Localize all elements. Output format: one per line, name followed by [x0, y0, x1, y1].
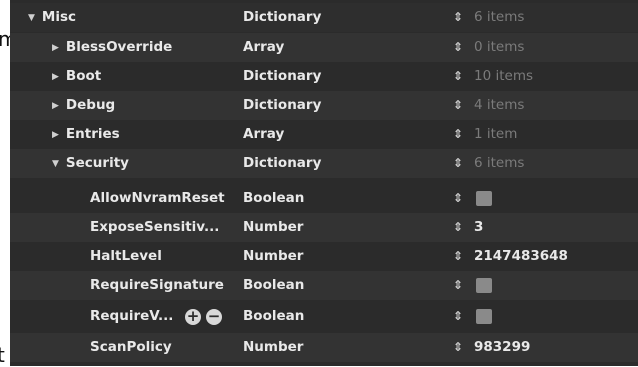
- row-key: Misc: [41, 9, 77, 25]
- row-key: RequireSignature: [90, 277, 224, 293]
- row-value: 6 items: [474, 9, 525, 25]
- row-type[interactable]: Dictionary: [243, 3, 321, 32]
- up-down-stepper-icon[interactable]: ⇕: [453, 271, 463, 300]
- row-type[interactable]: Dictionary: [243, 149, 321, 178]
- disclosure-triangle-down-icon[interactable]: ▼: [52, 159, 59, 169]
- row-value: 4 items: [474, 97, 525, 113]
- plist-row-exposesensitive[interactable]: ExposeSensitiv... Number ⇕ 3: [10, 213, 638, 242]
- plist-row-requirev[interactable]: RequireV... + − Boolean ⇕: [10, 302, 638, 331]
- row-type[interactable]: Dictionary: [243, 62, 321, 91]
- up-down-stepper-icon[interactable]: ⇕: [453, 3, 463, 32]
- plist-row-haltlevel[interactable]: HaltLevel Number ⇕ 2147483648: [10, 242, 638, 271]
- row-type[interactable]: Boolean: [243, 302, 304, 331]
- plist-row-blessoverride[interactable]: ▶ BlessOverride Array ⇕ 0 items: [10, 33, 638, 62]
- bool-checkbox[interactable]: [476, 278, 492, 293]
- up-down-stepper-icon[interactable]: ⇕: [453, 62, 463, 91]
- row-type[interactable]: Boolean: [243, 184, 304, 213]
- row-type[interactable]: Number: [243, 333, 303, 362]
- row-key: Boot: [65, 68, 102, 84]
- row-type[interactable]: Dictionary: [243, 91, 321, 120]
- disclosure-triangle-down-icon[interactable]: ▼: [28, 13, 35, 23]
- disclosure-triangle-right-icon[interactable]: ▶: [52, 130, 59, 140]
- row-key: RequireV...: [90, 308, 174, 324]
- row-key: HaltLevel: [90, 248, 162, 264]
- row-value: 1 item: [474, 126, 518, 142]
- up-down-stepper-icon[interactable]: ⇕: [453, 149, 463, 178]
- background-text-bottom: t: [0, 343, 5, 367]
- row-type[interactable]: Array: [243, 120, 284, 149]
- disclosure-triangle-right-icon[interactable]: ▶: [52, 72, 59, 82]
- row-value: 10 items: [474, 68, 534, 84]
- up-down-stepper-icon[interactable]: ⇕: [453, 302, 463, 331]
- up-down-stepper-icon[interactable]: ⇕: [453, 120, 463, 149]
- row-type[interactable]: Array: [243, 33, 284, 62]
- row-value[interactable]: 983299: [474, 333, 530, 362]
- row-key: ScanPolicy: [90, 339, 172, 355]
- row-key: BlessOverride: [65, 39, 173, 55]
- up-down-stepper-icon[interactable]: ⇕: [453, 242, 463, 271]
- row-value: 0 items: [474, 39, 525, 55]
- bool-checkbox[interactable]: [476, 309, 492, 324]
- plist-row-requiresignature[interactable]: RequireSignature Boolean ⇕: [10, 271, 638, 300]
- plist-row-boot[interactable]: ▶ Boot Dictionary ⇕ 10 items: [10, 62, 638, 91]
- row-value[interactable]: 2147483648: [474, 242, 568, 271]
- up-down-stepper-icon[interactable]: ⇕: [453, 333, 463, 362]
- plist-row-misc[interactable]: ▼ Misc Dictionary ⇕ 6 items: [10, 3, 638, 32]
- row-key: ExposeSensitiv...: [90, 219, 220, 235]
- row-key: Security: [65, 155, 129, 171]
- remove-circle-icon[interactable]: −: [206, 309, 222, 325]
- plist-editor-panel: ▼ Misc Dictionary ⇕ 6 items ▶ BlessOverrid…: [10, 0, 638, 366]
- plist-row-security[interactable]: ▼ Security Dictionary ⇕ 6 items: [10, 149, 638, 178]
- plist-row-allownvramreset[interactable]: AllowNvramReset Boolean ⇕: [10, 184, 638, 213]
- up-down-stepper-icon[interactable]: ⇕: [453, 213, 463, 242]
- up-down-stepper-icon[interactable]: ⇕: [453, 33, 463, 62]
- up-down-stepper-icon[interactable]: ⇕: [453, 184, 463, 213]
- row-type[interactable]: Number: [243, 213, 303, 242]
- up-down-stepper-icon[interactable]: ⇕: [453, 91, 463, 120]
- bool-checkbox[interactable]: [476, 191, 492, 206]
- row-type[interactable]: Number: [243, 242, 303, 271]
- plist-row-entries[interactable]: ▶ Entries Array ⇕ 1 item: [10, 120, 638, 149]
- add-circle-icon[interactable]: +: [185, 309, 201, 325]
- row-value: 6 items: [474, 155, 525, 171]
- row-key: Debug: [65, 97, 116, 113]
- disclosure-triangle-right-icon[interactable]: ▶: [52, 101, 59, 111]
- row-key: AllowNvramReset: [90, 190, 225, 206]
- row-value[interactable]: 3: [474, 213, 483, 242]
- row-key: Entries: [65, 126, 120, 142]
- plist-row-debug[interactable]: ▶ Debug Dictionary ⇕ 4 items: [10, 91, 638, 120]
- plist-row-scanpolicy[interactable]: ScanPolicy Number ⇕ 983299: [10, 333, 638, 362]
- row-type[interactable]: Boolean: [243, 271, 304, 300]
- disclosure-triangle-right-icon[interactable]: ▶: [52, 43, 59, 53]
